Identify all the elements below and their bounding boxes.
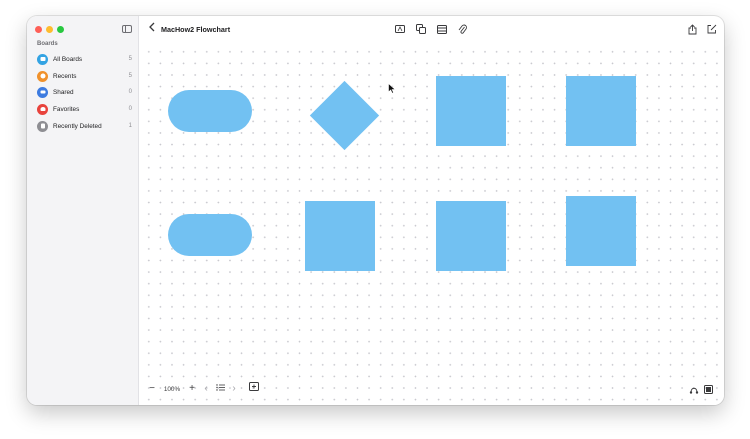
attachment-button[interactable]	[455, 22, 471, 36]
text-box-icon	[394, 25, 405, 33]
chevron-left-icon	[148, 22, 154, 32]
text-box-button[interactable]	[392, 22, 408, 36]
previous-scene-button[interactable]: ‹	[199, 381, 213, 397]
sidebar-item-count: 0	[128, 89, 132, 95]
sidebar: Boards All Boards 5 Recents 5 Shared 0 F…	[27, 16, 139, 405]
process-shape[interactable]	[566, 76, 636, 146]
sidebar-toggle-icon[interactable]	[122, 25, 132, 33]
share-button[interactable]	[684, 22, 700, 36]
toolbar: MacHow2 Flowchart	[139, 16, 724, 42]
heart-icon	[37, 103, 48, 115]
sidebar-heading: Boards	[37, 41, 58, 47]
sidebar-item-count: 1	[128, 123, 132, 129]
mouse-pointer-icon	[388, 83, 396, 94]
board-title: MacHow2 Flowchart	[161, 25, 231, 34]
list-icon	[215, 384, 225, 391]
connector-button[interactable]	[686, 382, 701, 396]
people-icon	[37, 86, 48, 98]
sidebar-item-count: 0	[128, 106, 132, 112]
terminator-shape[interactable]	[168, 90, 252, 132]
process-shape[interactable]	[305, 201, 375, 271]
overview-icon	[704, 384, 713, 394]
media-button[interactable]	[434, 22, 450, 36]
media-icon	[436, 24, 447, 34]
zoom-in-button[interactable]: +	[185, 381, 199, 397]
trash-icon	[37, 120, 48, 132]
board-canvas[interactable]	[139, 42, 724, 405]
sidebar-item-shared[interactable]: Shared 0	[37, 86, 132, 98]
sidebar-item-label: Favorites	[53, 105, 80, 113]
sidebar-item-recents[interactable]: Recents 5	[37, 70, 132, 82]
shapes-button[interactable]	[413, 22, 429, 36]
add-scene-button[interactable]	[247, 381, 261, 397]
right-tools	[684, 21, 720, 37]
next-scene-button[interactable]: ›	[227, 381, 241, 397]
add-scene-icon	[249, 382, 259, 391]
sidebar-item-favorites[interactable]: Favorites 0	[37, 103, 132, 115]
clock-icon	[37, 70, 48, 82]
close-window-button[interactable]	[35, 26, 42, 33]
zoom-level[interactable]: 100%	[159, 386, 185, 393]
sidebar-item-all-boards[interactable]: All Boards 5	[37, 53, 132, 65]
process-shape[interactable]	[436, 76, 506, 146]
sidebar-item-recently-deleted[interactable]: Recently Deleted 1	[37, 120, 132, 132]
decision-shape[interactable]	[309, 80, 380, 151]
terminator-shape[interactable]	[168, 214, 252, 256]
process-shape[interactable]	[566, 196, 636, 266]
sidebar-item-label: Recently Deleted	[53, 122, 102, 130]
sidebar-item-label: Recents	[53, 72, 77, 80]
zoom-controls: − 100% + ‹ ›	[145, 381, 261, 397]
share-icon	[688, 23, 696, 34]
app-window: Boards All Boards 5 Recents 5 Shared 0 F…	[27, 16, 724, 405]
back-button[interactable]	[145, 22, 158, 36]
boards-icon	[37, 53, 48, 65]
sidebar-item-count: 5	[128, 73, 132, 79]
shapes-icon	[415, 24, 426, 34]
sidebar-item-count: 5	[128, 56, 132, 62]
process-shape[interactable]	[436, 201, 506, 271]
canvas-tools	[686, 381, 716, 397]
insert-tools	[389, 21, 473, 37]
new-board-button[interactable]	[704, 22, 720, 36]
minimize-window-button[interactable]	[46, 26, 53, 33]
zoom-window-button[interactable]	[57, 26, 64, 33]
scene-list-button[interactable]	[213, 381, 227, 397]
sidebar-item-label: All Boards	[53, 55, 83, 63]
zoom-out-button[interactable]: −	[145, 381, 159, 397]
overview-button[interactable]	[701, 382, 716, 396]
sidebar-item-label: Shared	[53, 88, 74, 96]
new-board-icon	[707, 24, 717, 34]
attachment-icon	[458, 24, 467, 34]
connector-icon	[689, 387, 698, 394]
